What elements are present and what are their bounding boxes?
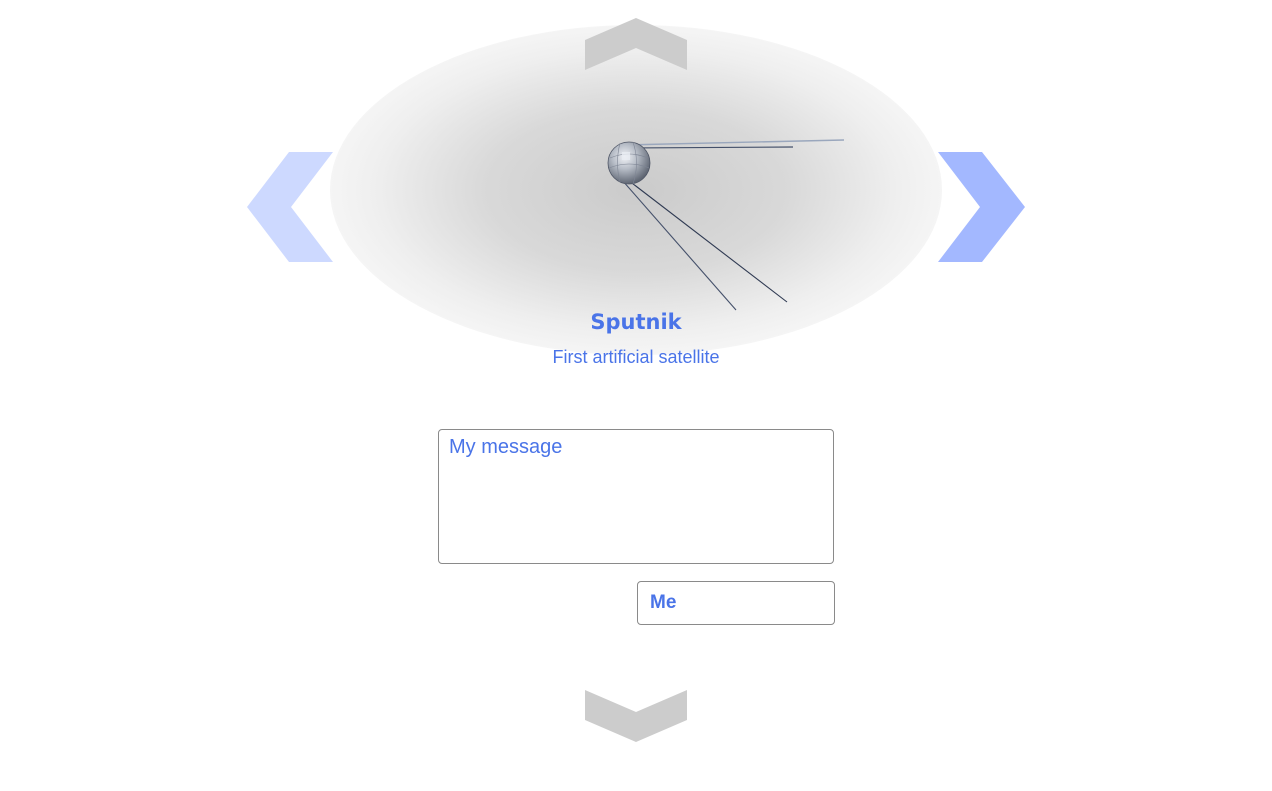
item-title: Sputnik	[590, 310, 682, 334]
viewer-stage: Sputnik First artificial satellite	[0, 0, 1272, 791]
sputnik-satellite-image	[600, 130, 850, 320]
name-input[interactable]	[637, 581, 835, 625]
message-input[interactable]	[438, 429, 834, 564]
chevron-left-icon[interactable]	[247, 152, 333, 262]
chevron-right-icon[interactable]	[938, 152, 1025, 262]
chevron-down-icon[interactable]	[585, 690, 687, 742]
chevron-up-icon[interactable]	[585, 18, 687, 70]
item-subtitle: First artificial satellite	[552, 347, 720, 367]
